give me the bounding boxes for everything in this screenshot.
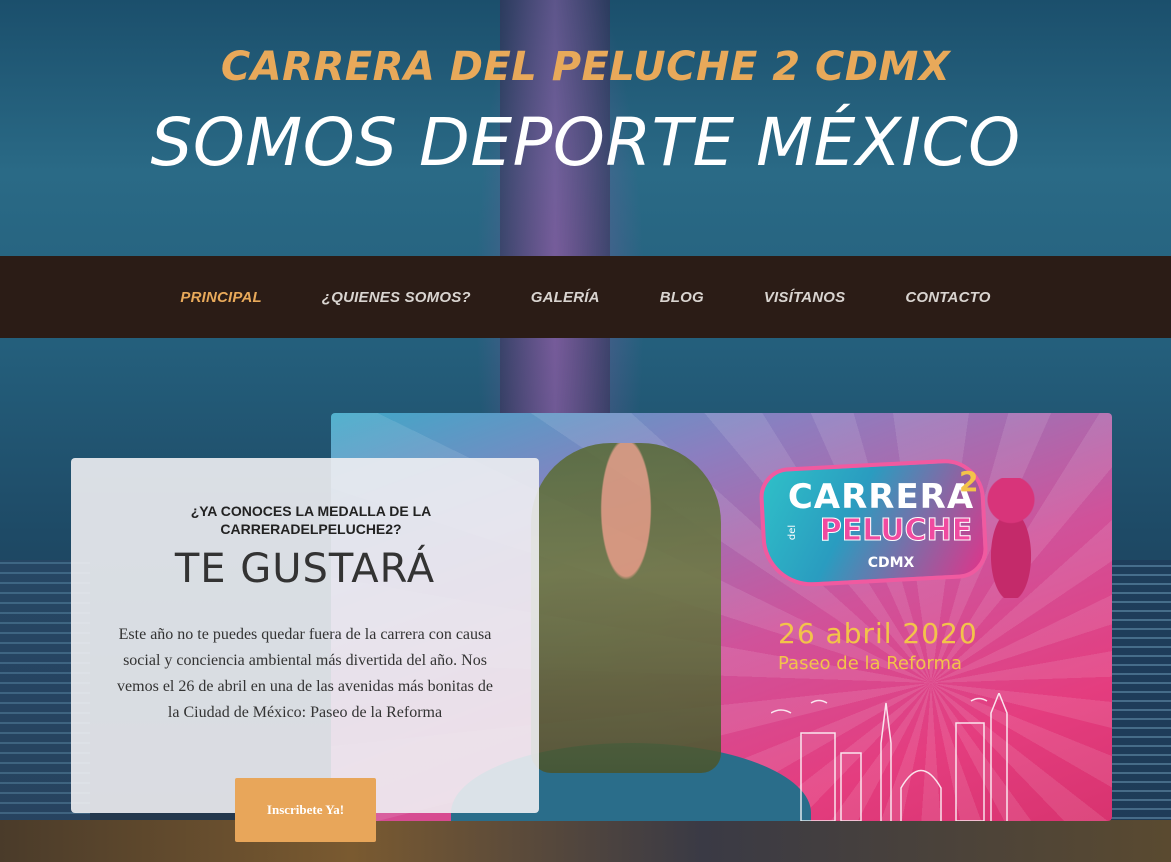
nav-item-quienes-somos[interactable]: ¿QUIENES SOMOS?: [322, 289, 471, 306]
city-skyline-icon: [771, 693, 1008, 821]
teddy-bear-icon: [976, 478, 1046, 598]
event-logo-del: del: [787, 524, 799, 541]
card-body-text: Este año no te puedes quedar fuera de la…: [117, 626, 493, 721]
nav-item-visitanos[interactable]: VISÍTANOS: [764, 289, 846, 306]
nav-item-contacto[interactable]: CONTACTO: [905, 289, 990, 306]
nav-item-principal[interactable]: PRINCIPAL: [180, 289, 262, 306]
nav-item-galeria[interactable]: GALERÍA: [531, 289, 600, 306]
card-heading: TE GUSTARÁ: [174, 546, 436, 592]
event-logo-cdmx: CDMX: [867, 555, 915, 571]
event-logo-peluche: PELUCHE: [819, 513, 973, 549]
event-date: 26 abril 2020: [778, 617, 978, 650]
nav-item-blog[interactable]: BLOG: [660, 289, 704, 306]
main-navigation: PRINCIPAL ¿QUIENES SOMOS? GALERÍA BLOG V…: [0, 256, 1171, 338]
hero-subtitle: CARRERA DEL PELUCHE 2 CDMX: [220, 44, 951, 90]
hero-title: SOMOS DEPORTE MÉXICO: [150, 104, 1021, 181]
background-building-right: [1111, 560, 1171, 862]
background-ground: [0, 820, 1171, 862]
banner-costumed-runner: [531, 443, 721, 773]
info-card: ¿YA CONOCES LA MEDALLA DE LA CARRERADELP…: [71, 458, 539, 813]
card-question: ¿YA CONOCES LA MEDALLA DE LA CARRERADELP…: [190, 503, 432, 537]
event-logo-carrera: CARRERA: [787, 477, 975, 517]
register-button[interactable]: Inscribete Ya!: [235, 778, 376, 842]
event-location: Paseo de la Reforma: [778, 653, 963, 674]
